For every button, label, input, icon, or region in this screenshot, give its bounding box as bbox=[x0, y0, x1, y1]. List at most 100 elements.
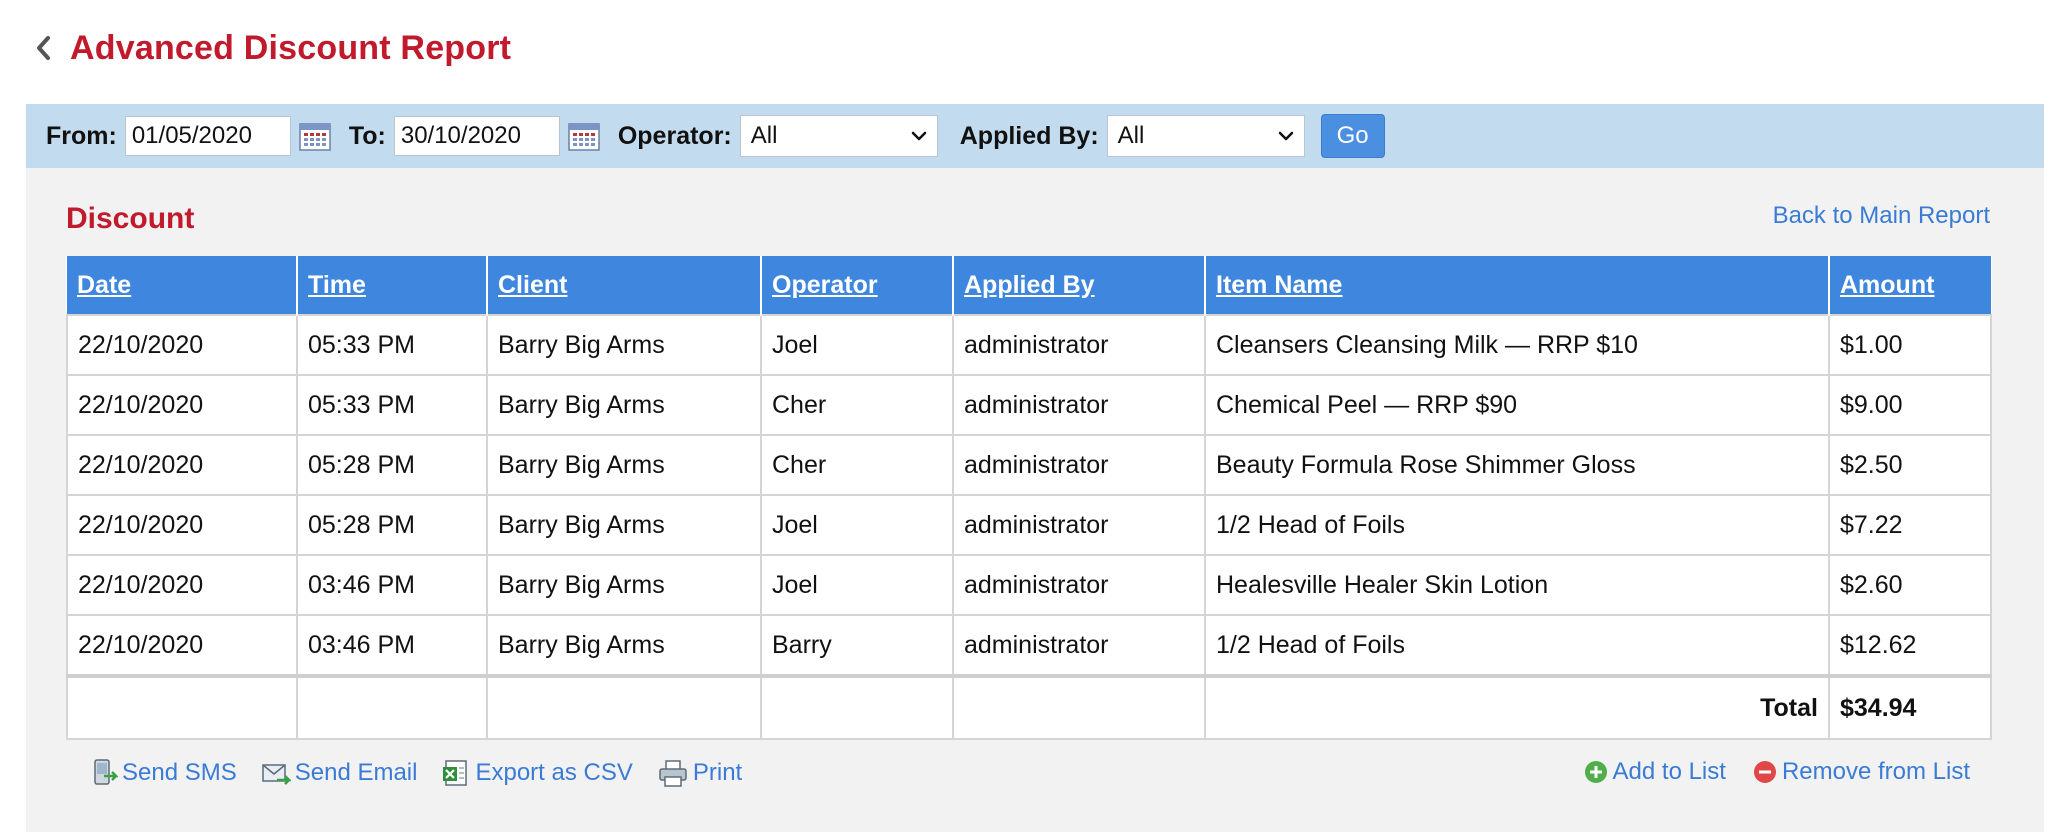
empty-cell bbox=[952, 674, 1206, 740]
section-title: Discount bbox=[66, 202, 195, 235]
column-header-applied-by[interactable]: Applied By bbox=[953, 256, 1206, 315]
cell-item-name: Chemical Peel — RRP $90 bbox=[1204, 374, 1830, 436]
cell-applied-by: administrator bbox=[952, 314, 1206, 376]
column-header-item-name[interactable]: Item Name bbox=[1205, 256, 1830, 315]
empty-cell bbox=[486, 674, 762, 740]
table-row: 22/10/2020 05:33 PM Barry Big Arms Joel … bbox=[66, 314, 1992, 376]
cell-item-name: 1/2 Head of Foils bbox=[1204, 494, 1830, 556]
cell-client: Barry Big Arms bbox=[486, 614, 762, 677]
cell-amount: $12.62 bbox=[1828, 614, 1992, 677]
applied-by-select-value: All bbox=[1117, 122, 1145, 149]
table-row: 22/10/2020 03:46 PM Barry Big Arms Barry… bbox=[66, 614, 1992, 677]
cell-date: 22/10/2020 bbox=[66, 314, 298, 376]
remove-from-list-label: Remove from List bbox=[1781, 758, 1970, 785]
to-label: To: bbox=[348, 121, 386, 150]
cell-applied-by: administrator bbox=[952, 614, 1206, 677]
add-to-list-label: Add to List bbox=[1612, 758, 1726, 785]
envelope-icon bbox=[261, 764, 291, 785]
column-header-date[interactable]: Date bbox=[67, 256, 298, 315]
column-header-operator[interactable]: Operator bbox=[761, 256, 954, 315]
cell-client: Barry Big Arms bbox=[486, 554, 762, 616]
empty-cell bbox=[66, 674, 298, 740]
cell-amount: $2.50 bbox=[1828, 434, 1992, 496]
chevron-down-icon bbox=[911, 131, 926, 141]
cell-amount: $1.00 bbox=[1828, 314, 1992, 376]
cell-amount: $9.00 bbox=[1828, 374, 1992, 436]
applied-by-label: Applied By: bbox=[959, 121, 1099, 150]
cell-applied-by: administrator bbox=[952, 374, 1206, 436]
remove-from-list-action[interactable]: Remove from List bbox=[1752, 758, 1970, 786]
send-sms-action[interactable]: Send SMS bbox=[88, 758, 237, 788]
chevron-left-icon[interactable] bbox=[34, 34, 52, 62]
cell-time: 03:46 PM bbox=[296, 614, 488, 677]
cell-time: 05:33 PM bbox=[296, 374, 488, 436]
cell-date: 22/10/2020 bbox=[66, 434, 298, 496]
cell-operator: Joel bbox=[760, 554, 954, 616]
column-header-client[interactable]: Client bbox=[487, 256, 762, 315]
applied-by-select[interactable]: All bbox=[1106, 115, 1305, 157]
list-actions: Add to List Remove from List bbox=[1557, 758, 1970, 786]
export-csv-label: Export as CSV bbox=[475, 759, 633, 786]
total-row: Total $34.94 bbox=[66, 674, 1992, 740]
cell-time: 05:28 PM bbox=[296, 494, 488, 556]
send-email-label: Send Email bbox=[294, 759, 418, 786]
cell-operator: Joel bbox=[760, 314, 954, 376]
export-csv-action[interactable]: Export as CSV bbox=[441, 758, 633, 788]
cell-operator: Barry bbox=[760, 614, 954, 677]
cell-date: 22/10/2020 bbox=[66, 494, 298, 556]
to-date-input[interactable] bbox=[393, 116, 560, 156]
empty-cell bbox=[296, 674, 488, 740]
table-row: 22/10/2020 05:28 PM Barry Big Arms Joel … bbox=[66, 494, 1992, 556]
calendar-icon[interactable] bbox=[568, 121, 600, 151]
cell-time: 05:33 PM bbox=[296, 314, 488, 376]
operator-select-value: All bbox=[750, 122, 778, 149]
cell-applied-by: administrator bbox=[952, 554, 1206, 616]
empty-cell bbox=[760, 674, 954, 740]
send-email-action[interactable]: Send Email bbox=[261, 758, 418, 788]
cell-amount: $2.60 bbox=[1828, 554, 1992, 616]
cell-item-name: Healesville Healer Skin Lotion bbox=[1204, 554, 1830, 616]
filter-bar: From: To: Operator: bbox=[26, 104, 2044, 168]
cell-applied-by: administrator bbox=[952, 494, 1206, 556]
print-label: Print bbox=[692, 759, 743, 786]
cell-date: 22/10/2020 bbox=[66, 554, 298, 616]
add-to-list-action[interactable]: Add to List bbox=[1583, 758, 1726, 786]
table-row: 22/10/2020 03:46 PM Barry Big Arms Joel … bbox=[66, 554, 1992, 616]
print-action[interactable]: Print bbox=[657, 758, 742, 788]
cell-operator: Joel bbox=[760, 494, 954, 556]
minus-circle-icon bbox=[1753, 761, 1776, 783]
go-button[interactable]: Go bbox=[1320, 114, 1385, 158]
report-panel: Discount Back to Main Report Date Time C… bbox=[26, 168, 2044, 832]
cell-item-name: 1/2 Head of Foils bbox=[1204, 614, 1830, 677]
total-value: $34.94 bbox=[1828, 674, 1992, 740]
plus-circle-icon bbox=[1584, 761, 1607, 783]
cell-client: Barry Big Arms bbox=[486, 374, 762, 436]
cell-client: Barry Big Arms bbox=[486, 494, 762, 556]
cell-operator: Cher bbox=[760, 434, 954, 496]
cell-operator: Cher bbox=[760, 374, 954, 436]
table-row: 22/10/2020 05:28 PM Barry Big Arms Cher … bbox=[66, 434, 1992, 496]
cell-client: Barry Big Arms bbox=[486, 434, 762, 496]
calendar-icon[interactable] bbox=[299, 121, 331, 151]
page-title: Advanced Discount Report bbox=[70, 28, 512, 67]
cell-amount: $7.22 bbox=[1828, 494, 1992, 556]
discount-table: Date Time Client Operator Applied By Ite… bbox=[66, 256, 1992, 740]
cell-client: Barry Big Arms bbox=[486, 314, 762, 376]
operator-label: Operator: bbox=[617, 121, 732, 150]
back-to-main-report-link[interactable]: Back to Main Report bbox=[1773, 202, 1990, 230]
page: Advanced Discount Report From: To: bbox=[0, 0, 2070, 832]
operator-select[interactable]: All bbox=[739, 115, 938, 157]
from-date-input[interactable] bbox=[124, 116, 291, 156]
cell-applied-by: administrator bbox=[952, 434, 1206, 496]
send-sms-label: Send SMS bbox=[122, 759, 237, 786]
from-label: From: bbox=[46, 121, 117, 150]
cell-time: 05:28 PM bbox=[296, 434, 488, 496]
cell-time: 03:46 PM bbox=[296, 554, 488, 616]
column-header-time[interactable]: Time bbox=[297, 256, 488, 315]
export-actions: Send SMS Send Email Export as CSV Print bbox=[88, 758, 766, 788]
page-header: Advanced Discount Report bbox=[34, 24, 511, 72]
spreadsheet-icon bbox=[443, 760, 468, 786]
cell-item-name: Cleansers Cleansing Milk — RRP $10 bbox=[1204, 314, 1830, 376]
column-header-amount[interactable]: Amount bbox=[1829, 256, 1991, 315]
phone-icon bbox=[94, 759, 118, 785]
